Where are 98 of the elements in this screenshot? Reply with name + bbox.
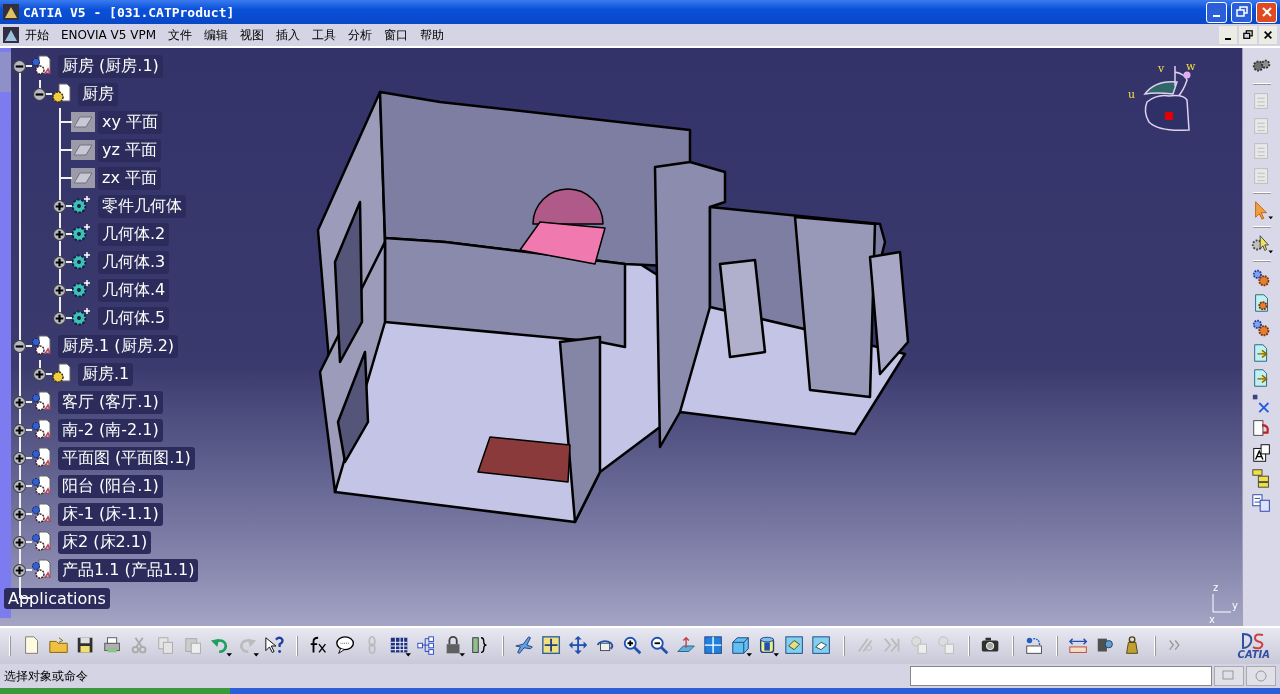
expander-icon[interactable] — [13, 340, 26, 353]
restore-icon — [1243, 30, 1253, 40]
product-icon — [30, 503, 52, 525]
tree-item[interactable]: 平面图 (平面图.1) — [58, 446, 195, 470]
tree-item[interactable]: 厨房 — [78, 82, 118, 106]
compass-label: w — [1186, 60, 1196, 73]
menu-item[interactable]: 窗口 — [378, 26, 415, 44]
expander-icon[interactable] — [13, 452, 26, 465]
shading-icon[interactable] — [811, 635, 833, 657]
product-icon — [30, 419, 52, 441]
tree-item[interactable]: 零件几何体 — [98, 194, 186, 218]
product-icon — [30, 475, 52, 497]
circle-icon — [1253, 669, 1269, 683]
shading-icon[interactable] — [784, 635, 806, 657]
tree-item[interactable]: 南-2 (南-2.1) — [58, 418, 163, 442]
expander-icon[interactable] — [53, 284, 66, 297]
minimize-button[interactable] — [1219, 26, 1237, 44]
menu-item[interactable]: 编辑 — [198, 26, 235, 44]
menu-item[interactable]: ENOVIA V5 VPM — [55, 28, 163, 42]
product-icon — [30, 55, 52, 77]
tree-item[interactable]: 几何体.5 — [98, 306, 170, 330]
app-icon — [3, 4, 19, 20]
comment-icon[interactable] — [335, 635, 357, 657]
multi-view-icon[interactable] — [703, 635, 725, 657]
tree-item[interactable]: 几何体.4 — [98, 278, 170, 302]
expander-icon[interactable] — [33, 368, 46, 381]
part-icon — [50, 83, 72, 105]
expander-icon[interactable] — [13, 564, 26, 577]
tree-item[interactable]: 阳台 (阳台.1) — [58, 474, 163, 498]
expander-icon[interactable] — [13, 424, 26, 437]
menu-item[interactable]: 帮助 — [414, 26, 451, 44]
menu-item[interactable]: 工具 — [306, 26, 343, 44]
zoom-in-icon[interactable] — [622, 635, 644, 657]
document-icon — [3, 27, 19, 43]
tree-item[interactable]: xy 平面 — [98, 110, 163, 134]
tree-item[interactable]: 客厅 (客厅.1) — [58, 390, 163, 414]
expander-icon[interactable] — [13, 396, 26, 409]
tree-item[interactable]: 产品1.1 (产品1.1) — [58, 558, 199, 582]
product-icon — [30, 391, 52, 413]
menu-item[interactable]: 分析 — [342, 26, 379, 44]
tree-item[interactable]: 厨房 (厨房.1) — [58, 54, 163, 78]
tree-item[interactable]: yz 平面 — [98, 138, 161, 162]
expander-icon[interactable] — [53, 228, 66, 241]
compass-label: u — [1128, 88, 1136, 101]
minimize-icon — [1213, 15, 1220, 17]
product-icon — [30, 335, 52, 357]
compass-label: v — [1158, 62, 1165, 75]
status-text: 选择对象或命令 — [4, 667, 88, 685]
product-icon — [30, 559, 52, 581]
axis-label: x — [1209, 614, 1215, 625]
tree-item[interactable]: 床2 (床2.1) — [58, 530, 152, 554]
gear-cursor-icon[interactable] — [1250, 233, 1273, 255]
documents-icon[interactable] — [1250, 492, 1273, 514]
expander-icon[interactable] — [13, 536, 26, 549]
zoom-out-icon[interactable] — [649, 635, 671, 657]
minimize-icon — [1225, 38, 1231, 40]
expander-icon[interactable] — [13, 508, 26, 521]
menu-item[interactable]: 文件 — [162, 26, 199, 44]
product-icon — [30, 531, 52, 553]
axis-label: z — [1213, 582, 1219, 593]
cylinder-icon[interactable] — [757, 635, 779, 657]
window-icon — [1221, 669, 1237, 683]
tree-item[interactable]: 厨房.1 — [78, 362, 134, 386]
tree-item[interactable]: 厨房.1 (厨房.2) — [58, 334, 179, 358]
part-icon — [50, 363, 72, 385]
product-icon — [30, 447, 52, 469]
expander-icon[interactable] — [53, 312, 66, 325]
expander-icon[interactable] — [13, 60, 26, 73]
restore-button[interactable] — [1239, 26, 1257, 44]
menu-item[interactable]: 视图 — [234, 26, 271, 44]
command-input[interactable] — [910, 666, 1212, 686]
close-icon — [1260, 6, 1273, 18]
restore-icon — [1235, 6, 1248, 18]
pan-icon[interactable] — [568, 635, 590, 657]
axis-label: y — [1232, 600, 1238, 611]
expander-icon[interactable] — [13, 480, 26, 493]
cube-icon[interactable] — [730, 635, 752, 657]
plane-icon — [70, 139, 96, 161]
window-title: CATIA V5 - [031.CATProduct] — [23, 4, 235, 20]
expander-icon[interactable] — [53, 256, 66, 269]
text-document-icon[interactable] — [1250, 442, 1273, 464]
plane-icon — [70, 111, 96, 133]
menu-item[interactable]: 开始 — [19, 26, 55, 44]
logo-text: CATIA — [1237, 650, 1270, 660]
close-button[interactable] — [1259, 26, 1277, 44]
close-icon — [1263, 30, 1273, 40]
plane-icon — [70, 167, 96, 189]
fit-all-icon[interactable] — [541, 635, 563, 657]
tree-item[interactable]: 几何体.2 — [98, 222, 170, 246]
menu-item[interactable]: 插入 — [270, 26, 307, 44]
tree-item[interactable]: Applications — [4, 587, 110, 609]
airplane-icon[interactable] — [514, 635, 536, 657]
tree-item[interactable]: 床-1 (床-1.1) — [58, 502, 163, 526]
tree-item[interactable]: 几何体.3 — [98, 250, 170, 274]
expander-icon[interactable] — [33, 88, 46, 101]
table-icon[interactable] — [389, 635, 411, 657]
tree-item[interactable]: zx 平面 — [98, 166, 161, 190]
expander-icon[interactable] — [53, 200, 66, 213]
